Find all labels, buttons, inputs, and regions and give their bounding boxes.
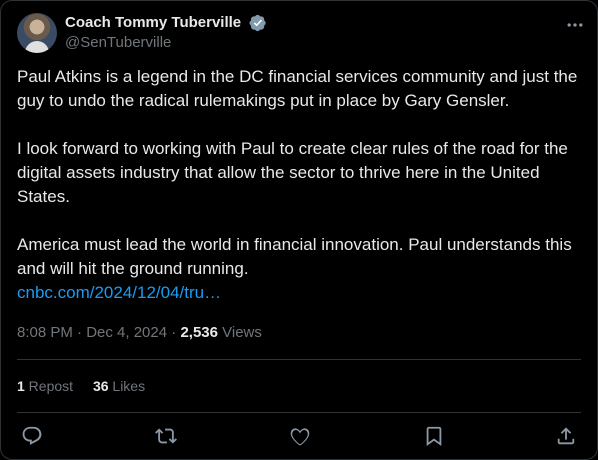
tweet-text: Paul Atkins is a legend in the DC financ… <box>17 65 583 305</box>
author-display-name[interactable]: Coach Tommy Tuberville <box>65 13 241 33</box>
tweet-paragraph: America must lead the world in financial… <box>17 235 572 278</box>
views-count: 2,536 <box>180 324 218 341</box>
more-options-icon[interactable] <box>565 15 585 35</box>
author-handle[interactable]: @SenTuberville <box>65 33 267 53</box>
share-icon[interactable] <box>555 425 579 449</box>
bookmark-icon[interactable] <box>423 425 447 449</box>
tweet-paragraph: Paul Atkins is a legend in the DC financ… <box>17 67 578 110</box>
reply-icon[interactable] <box>21 425 45 449</box>
divider <box>17 412 581 413</box>
tweet-meta: 8:08 PM · Dec 4, 2024 · 2,536 Views <box>17 323 262 343</box>
reposts-count: 1 <box>17 378 25 394</box>
reposts-stat[interactable]: 1 Repost <box>17 378 73 394</box>
heart-icon[interactable] <box>289 425 313 449</box>
avatar[interactable] <box>17 13 57 53</box>
tweet-header: Coach Tommy Tuberville @SenTuberville <box>17 13 585 53</box>
tweet-paragraph: I look forward to working with Paul to c… <box>17 139 568 206</box>
views-label: Views <box>217 324 262 341</box>
likes-stat[interactable]: 36 Likes <box>93 378 145 394</box>
meta-separator: · <box>167 324 181 341</box>
likes-label: Likes <box>108 378 146 394</box>
reposts-label: Repost <box>24 378 74 394</box>
tweet-link[interactable]: cnbc.com/2024/12/04/tru… <box>17 283 221 302</box>
action-bar <box>21 425 577 449</box>
tweet-card: Coach Tommy Tuberville @SenTuberville Pa… <box>0 0 598 460</box>
divider <box>17 359 581 360</box>
tweet-timestamp[interactable]: 8:08 PM · Dec 4, 2024 <box>17 324 167 341</box>
author-names: Coach Tommy Tuberville @SenTuberville <box>65 13 267 53</box>
engagement-stats: 1 Repost 36 Likes <box>17 376 161 396</box>
repost-icon[interactable] <box>155 425 179 449</box>
verified-badge-icon[interactable] <box>249 14 267 32</box>
likes-count: 36 <box>92 378 109 394</box>
